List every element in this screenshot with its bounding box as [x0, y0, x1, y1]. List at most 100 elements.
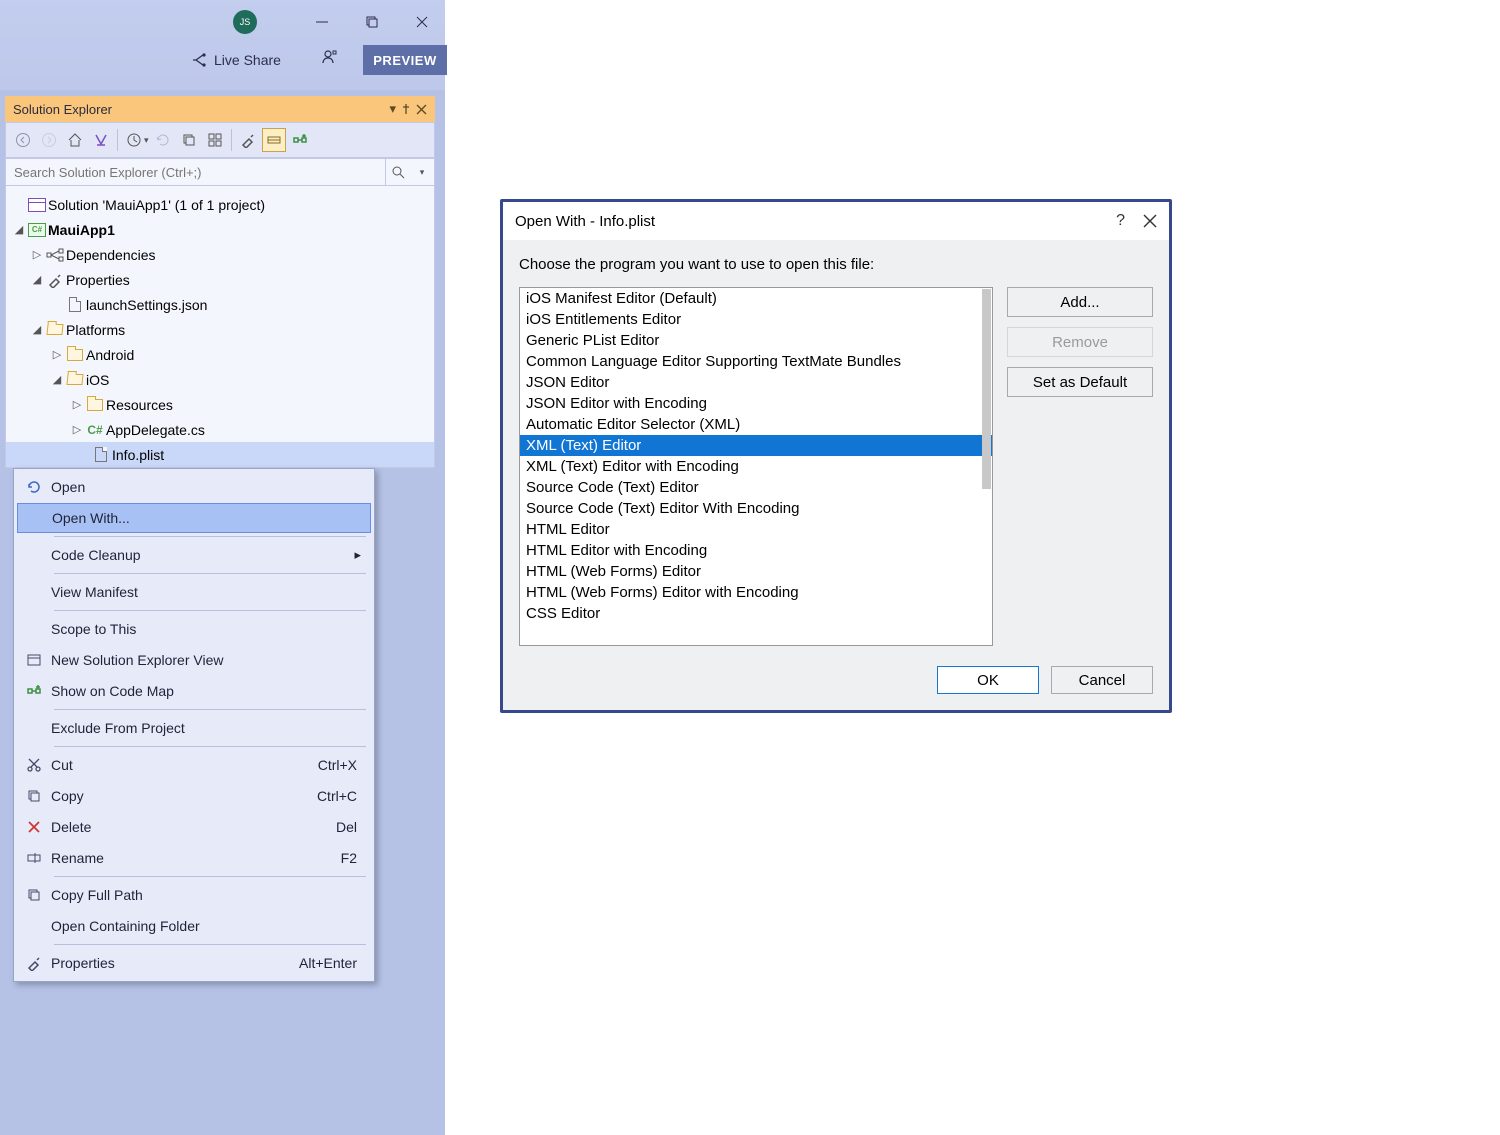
list-item[interactable]: Source Code (Text) Editor: [520, 477, 992, 498]
list-item[interactable]: XML (Text) Editor with Encoding: [520, 456, 992, 477]
preview-selected-button[interactable]: [262, 128, 286, 152]
list-item[interactable]: JSON Editor with Encoding: [520, 393, 992, 414]
resources-node[interactable]: ▷ Resources: [6, 392, 434, 417]
list-item[interactable]: Automatic Editor Selector (XML): [520, 414, 992, 435]
window-icon: [17, 652, 51, 668]
set-default-button[interactable]: Set as Default: [1007, 367, 1153, 397]
close-icon[interactable]: [1143, 214, 1157, 228]
list-item[interactable]: HTML (Web Forms) Editor: [520, 561, 992, 582]
wrench-icon: [17, 955, 51, 971]
list-item[interactable]: HTML Editor: [520, 519, 992, 540]
folder-icon: [67, 349, 83, 361]
list-item[interactable]: Source Code (Text) Editor With Encoding: [520, 498, 992, 519]
add-button[interactable]: Add...: [1007, 287, 1153, 317]
back-button[interactable]: [11, 128, 35, 152]
chevron-down-icon[interactable]: ◢: [30, 273, 44, 286]
properties-node[interactable]: ◢ Properties: [6, 267, 434, 292]
chevron-right-icon[interactable]: ▷: [50, 348, 64, 361]
remove-button: Remove: [1007, 327, 1153, 357]
list-item[interactable]: Generic PList Editor: [520, 330, 992, 351]
android-node[interactable]: ▷ Android: [6, 342, 434, 367]
cm-properties[interactable]: Properties Alt+Enter: [17, 948, 371, 978]
cm-open[interactable]: Open: [17, 472, 371, 502]
cm-rename[interactable]: Rename F2: [17, 843, 371, 873]
separator: [54, 536, 366, 537]
cancel-button[interactable]: Cancel: [1051, 666, 1153, 694]
cm-new-view[interactable]: New Solution Explorer View: [17, 645, 371, 675]
folder-icon: [87, 399, 103, 411]
chevron-down-icon[interactable]: ◢: [50, 373, 64, 386]
cm-open-with[interactable]: Open With...: [17, 503, 371, 533]
programs-listbox[interactable]: iOS Manifest Editor (Default)iOS Entitle…: [519, 287, 993, 646]
appdelegate-node[interactable]: ▷ C# AppDelegate.cs: [6, 417, 434, 442]
folder-open-icon: [46, 324, 63, 335]
cm-copy-path[interactable]: Copy Full Path: [17, 880, 371, 910]
history-button[interactable]: [122, 128, 146, 152]
cm-code-map[interactable]: Show on Code Map: [17, 676, 371, 706]
list-item[interactable]: Common Language Editor Supporting TextMa…: [520, 351, 992, 372]
collapse-all-button[interactable]: [177, 128, 201, 152]
solution-explorer-header[interactable]: Solution Explorer ▾: [5, 96, 435, 122]
search-dropdown-icon[interactable]: ▾: [410, 167, 434, 178]
switch-view-button[interactable]: [89, 128, 113, 152]
show-all-button[interactable]: [203, 128, 227, 152]
scrollbar[interactable]: [982, 289, 991, 489]
refresh-button[interactable]: [151, 128, 175, 152]
list-item[interactable]: XML (Text) Editor: [520, 435, 992, 456]
dialog-titlebar[interactable]: Open With - Info.plist ?: [503, 202, 1169, 240]
solution-explorer-toolbar: ▾: [5, 122, 435, 158]
ok-button[interactable]: OK: [937, 666, 1039, 694]
cm-view-manifest[interactable]: View Manifest: [17, 577, 371, 607]
cm-open-folder[interactable]: Open Containing Folder: [17, 911, 371, 941]
chevron-down-icon[interactable]: ◢: [30, 323, 44, 336]
panel-pin-icon[interactable]: [400, 101, 412, 117]
open-icon: [17, 479, 51, 495]
list-item[interactable]: iOS Manifest Editor (Default): [520, 288, 992, 309]
forward-button[interactable]: [37, 128, 61, 152]
list-item[interactable]: iOS Entitlements Editor: [520, 309, 992, 330]
cm-delete[interactable]: Delete Del: [17, 812, 371, 842]
panel-dropdown-icon[interactable]: ▾: [389, 101, 396, 117]
preview-button[interactable]: PREVIEW: [363, 45, 447, 75]
csharp-project-icon: C#: [28, 223, 46, 237]
minimize-button[interactable]: [307, 11, 337, 33]
dialog-title-label: Open With - Info.plist: [515, 213, 655, 230]
cm-code-cleanup[interactable]: Code Cleanup ▸: [17, 540, 371, 570]
list-item[interactable]: HTML (Web Forms) Editor with Encoding: [520, 582, 992, 603]
chevron-down-icon[interactable]: ◢: [12, 223, 26, 236]
list-item[interactable]: JSON Editor: [520, 372, 992, 393]
rename-icon: [17, 850, 51, 866]
close-button[interactable]: [407, 11, 437, 33]
list-item[interactable]: CSS Editor: [520, 603, 992, 624]
dependencies-node[interactable]: ▷ Dependencies: [6, 242, 434, 267]
live-share-button[interactable]: Live Share: [190, 52, 281, 68]
cm-copy[interactable]: Copy Ctrl+C: [17, 781, 371, 811]
list-item[interactable]: HTML Editor with Encoding: [520, 540, 992, 561]
solution-node[interactable]: Solution 'MauiApp1' (1 of 1 project): [6, 192, 434, 217]
platforms-node[interactable]: ◢ Platforms: [6, 317, 434, 342]
chevron-right-icon[interactable]: ▷: [70, 398, 84, 411]
search-box[interactable]: ▾: [5, 158, 435, 186]
help-button[interactable]: ?: [1116, 212, 1125, 230]
cm-scope[interactable]: Scope to This: [17, 614, 371, 644]
properties-icon[interactable]: [236, 128, 260, 152]
sync-button[interactable]: [288, 128, 312, 152]
infoplist-node[interactable]: Info.plist: [6, 442, 434, 467]
search-input[interactable]: [6, 165, 385, 180]
file-icon: [69, 297, 81, 312]
chevron-right-icon[interactable]: ▷: [70, 423, 84, 436]
copy-icon: [17, 887, 51, 903]
search-icon[interactable]: [386, 165, 410, 179]
feedback-button[interactable]: [320, 48, 340, 68]
panel-close-icon[interactable]: [416, 101, 427, 117]
maximize-button[interactable]: [357, 11, 387, 33]
cm-exclude[interactable]: Exclude From Project: [17, 713, 371, 743]
cm-cut[interactable]: Cut Ctrl+X: [17, 750, 371, 780]
home-button[interactable]: [63, 128, 87, 152]
ios-node[interactable]: ◢ iOS: [6, 367, 434, 392]
chevron-right-icon[interactable]: ▷: [30, 248, 44, 261]
project-node[interactable]: ◢ C# MauiApp1: [6, 217, 434, 242]
user-avatar[interactable]: JS: [233, 10, 257, 34]
dialog-prompt: Choose the program you want to use to op…: [519, 256, 1153, 273]
launchsettings-node[interactable]: launchSettings.json: [6, 292, 434, 317]
